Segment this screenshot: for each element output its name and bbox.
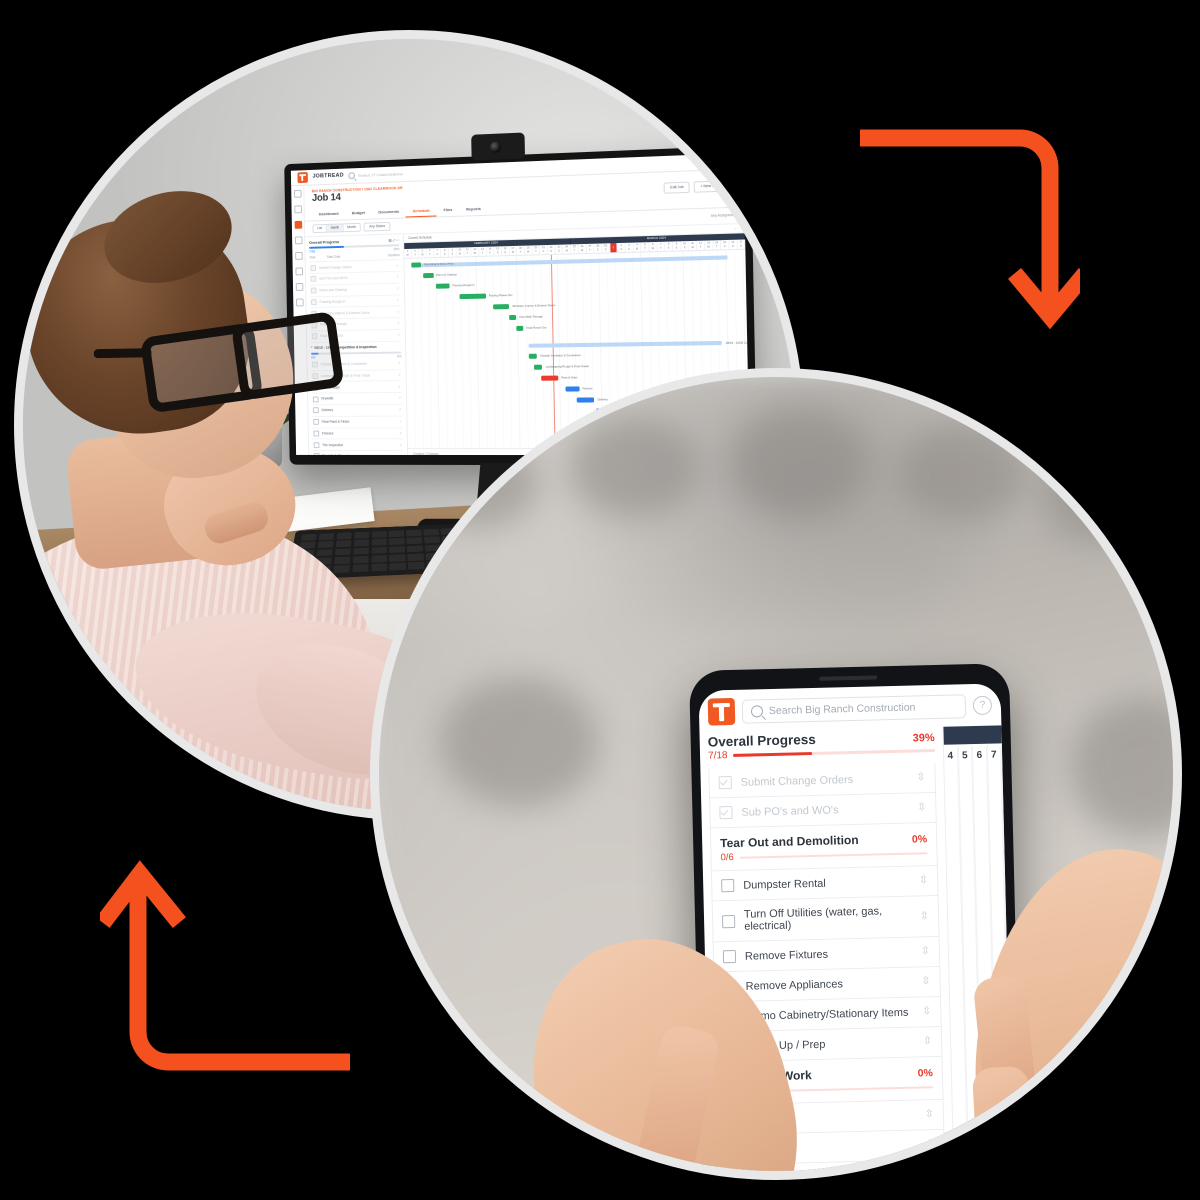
overall-progress-bar <box>733 749 935 757</box>
search-placeholder: Search Big Ranch Construction <box>769 701 916 717</box>
drag-handle-icon[interactable]: ⇳ <box>925 1109 934 1120</box>
task-label: Remove Fixtures <box>745 948 828 962</box>
arrow-top-right <box>860 120 1080 340</box>
new-document-button[interactable]: + New Document <box>694 180 736 192</box>
gantt-bar[interactable] <box>493 304 510 309</box>
drag-handle-icon[interactable]: ⇳ <box>921 976 930 987</box>
help-icon[interactable]: ? <box>973 696 992 715</box>
search-icon <box>751 705 763 717</box>
task-label: Sub PO's and WO's <box>741 804 838 818</box>
gantt-bar-label: Landscaping Rough & Final Grade <box>546 365 589 369</box>
glasses-lens-right <box>231 311 345 401</box>
task-checkbox[interactable] <box>723 950 736 963</box>
edit-job-button[interactable]: Edit Job <box>664 182 690 194</box>
rail-icon-home[interactable] <box>294 190 302 198</box>
task-label: Turn Off Utilities (water, gas, electric… <box>744 905 911 933</box>
gantt-bar-label: Framing Rough-In <box>452 284 474 288</box>
overall-progress-percent: 39% <box>913 732 935 745</box>
overall-progress-title: Overall Progress <box>708 732 816 750</box>
composite-scene: JOBTREAD Search JT Customizations ? BIG … <box>0 0 1200 1200</box>
gantt-bar-label: Final Punch Out <box>526 326 546 330</box>
tab-files[interactable]: Files <box>437 204 460 217</box>
gantt-bar[interactable] <box>436 284 450 289</box>
section-progress-row: 0/6 <box>720 847 927 863</box>
gantt-summary-label: 08/15 - 10/03 Competition & Inspection <box>726 341 750 345</box>
app-wordmark: JOBTREAD <box>312 173 343 181</box>
task-label: Submit Change Orders <box>741 774 854 789</box>
global-search-placeholder: Search JT Customizations <box>358 171 403 178</box>
gantt-bar[interactable] <box>459 294 486 299</box>
drag-handle-icon[interactable]: ⇳ <box>916 772 925 783</box>
task-checkbox[interactable] <box>721 879 734 892</box>
rail-icon-calendar[interactable] <box>294 205 302 213</box>
drag-handle-icon[interactable]: ⇳ <box>921 946 930 957</box>
job-actions: Edit Job + New Document <box>664 180 736 193</box>
drag-handle-icon[interactable]: ⇳ <box>917 802 926 813</box>
gantt-bar[interactable] <box>534 365 542 369</box>
assignee-filter[interactable]: Any Assignment <box>711 213 737 218</box>
gantt-toolbar-actions[interactable]: ⌕ ⋯ <box>735 226 741 230</box>
task-label: Electrical <box>750 1172 795 1180</box>
gantt-bar-label: Roofing Phase Out <box>489 294 512 298</box>
section-header[interactable]: Tear Out and Demolition 0% 0/6 <box>710 823 938 872</box>
gantt-bar[interactable] <box>517 326 524 331</box>
search-icon <box>348 172 355 179</box>
jt-logo-icon <box>297 172 307 183</box>
mobile-photo-circle: Search Big Ranch Construction ? Overall … <box>370 368 1182 1180</box>
task-checkbox[interactable] <box>728 1173 741 1180</box>
task-label: Demo Cabinetry/Stationary Items <box>746 1006 908 1022</box>
finger <box>972 1066 1034 1180</box>
section-percent: 0% <box>912 833 927 845</box>
drag-handle-icon[interactable]: ⇳ <box>923 1036 932 1047</box>
gantt-today-marker: 1 <box>610 243 618 252</box>
drag-handle-icon[interactable]: ⇳ <box>926 1169 935 1180</box>
tab-reports[interactable]: Reports <box>459 203 488 216</box>
drag-handle-icon[interactable]: ⇳ <box>919 875 928 886</box>
drag-handle-icon[interactable]: ⇳ <box>920 911 929 922</box>
task-label: Dumpster Rental <box>743 877 826 891</box>
person-at-desk <box>14 219 423 820</box>
page-title: Job 14 <box>312 192 341 205</box>
gantt-bar-label: Drywall, Insulation & Completion <box>540 354 581 358</box>
search-input[interactable]: Search Big Ranch Construction <box>742 694 967 723</box>
section-progress-bar <box>740 852 928 859</box>
calendar-header-bar <box>943 725 1001 744</box>
task-checkbox[interactable] <box>719 806 732 819</box>
gantt-bar[interactable] <box>510 315 517 320</box>
list-item[interactable]: Turn Off Utilities (water, gas, electric… <box>712 896 940 943</box>
gantt-bar-label: Permitting & Demo Prep <box>424 262 453 266</box>
mobile-photo: Search Big Ranch Construction ? Overall … <box>379 377 1173 1171</box>
section-fraction: 0/6 <box>720 852 733 863</box>
help-icon[interactable]: ? <box>727 156 737 166</box>
gantt-bar-label: First Walk Through <box>519 315 542 319</box>
gantt-bar[interactable] <box>423 273 434 278</box>
global-search[interactable]: Search JT Customizations <box>348 170 402 179</box>
webcam <box>471 132 525 160</box>
task-checkbox[interactable] <box>722 914 735 927</box>
arrow-bottom-left <box>100 860 350 1080</box>
drag-handle-icon[interactable]: ⇳ <box>922 1006 931 1017</box>
task-label: Remove Appliances <box>746 978 843 992</box>
tab-schedule[interactable]: Schedule <box>406 204 437 217</box>
tab-documents[interactable]: Documents <box>372 205 407 218</box>
section-title: Tear Out and Demolition <box>720 833 859 850</box>
drag-handle-icon[interactable]: ⇳ <box>925 1139 934 1150</box>
jt-logo-icon[interactable] <box>708 698 736 726</box>
gantt-bar-label: Demo & Cleanup <box>436 273 457 277</box>
gantt-bar[interactable] <box>529 354 537 359</box>
mobile-header: Search Big Ranch Construction ? <box>698 683 1001 732</box>
section-percent: 0% <box>918 1067 933 1079</box>
overall-progress-fraction: 7/18 <box>708 750 728 761</box>
tab-budget[interactable]: Budget <box>345 207 372 220</box>
task-checkbox[interactable] <box>719 776 732 789</box>
